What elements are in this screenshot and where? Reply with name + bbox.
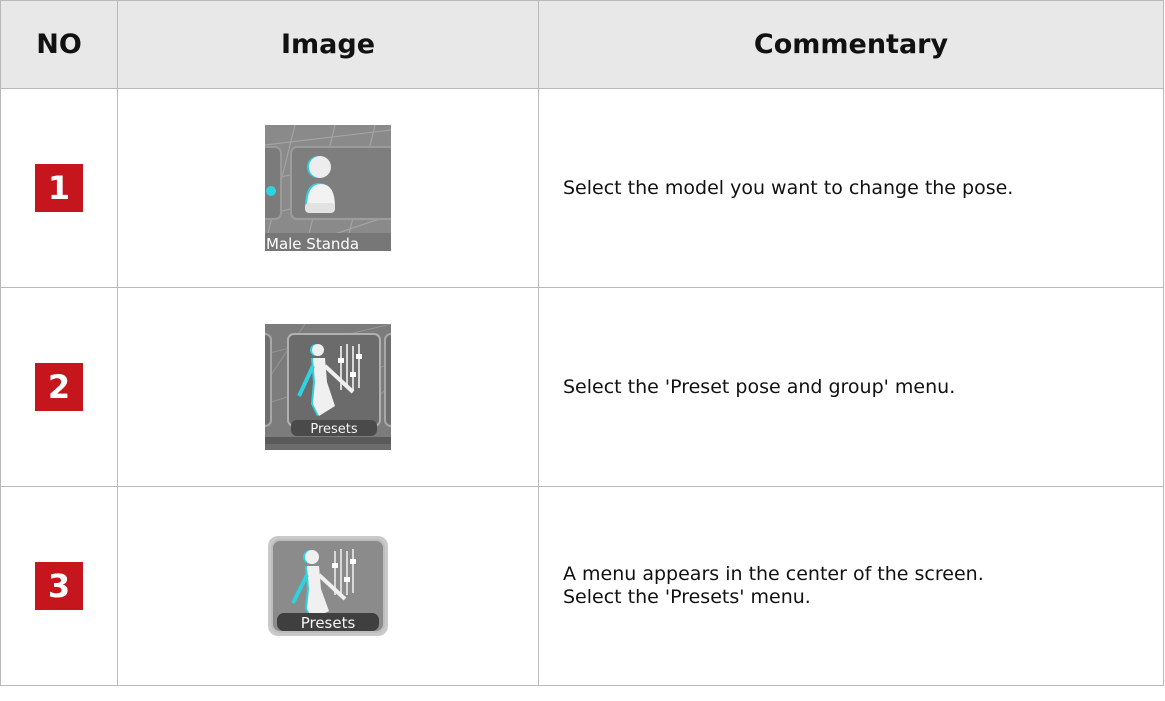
image-cell: Presets: [117, 287, 539, 487]
commentary-text: Select the model you want to change the …: [563, 176, 1014, 199]
row-number-cell: 1: [0, 88, 118, 288]
image-cell: Male Standa: [117, 88, 539, 288]
male-standard-model-icon: Male Standa: [265, 125, 391, 251]
header-image: Image: [117, 0, 539, 89]
row-number-cell: 3: [0, 486, 118, 686]
header-commentary: Commentary: [538, 0, 1164, 89]
presets-label: Presets: [310, 422, 358, 437]
row-number-cell: 2: [0, 287, 118, 487]
commentary-text: Select the 'Preset pose and group' menu.: [563, 375, 956, 398]
table-row: 3 Presets A menu appears in the center o…: [0, 486, 1164, 686]
commentary-text: Select the 'Presets' menu.: [563, 586, 811, 608]
model-label: Male Standa: [266, 235, 359, 251]
step-badge: 1: [35, 164, 83, 212]
step-badge: 2: [35, 363, 83, 411]
commentary-cell: Select the model you want to change the …: [538, 88, 1164, 288]
header-row: NO Image Commentary: [0, 0, 1164, 89]
commentary-cell: A menu appears in the center of the scre…: [538, 486, 1164, 686]
table-row: 1 Male Standa Select the model you want …: [0, 88, 1164, 288]
image-cell: Presets: [117, 486, 539, 686]
presets-label: Presets: [301, 614, 356, 632]
table-row: 2 Presets Select the 'Preset pose and gr…: [0, 287, 1164, 487]
commentary-cell: Select the 'Preset pose and group' menu.: [538, 287, 1164, 487]
instruction-table: NO Image Commentary 1 Male Standa Select…: [0, 0, 1164, 686]
presets-menu-icon: Presets: [265, 324, 391, 450]
presets-button-icon: Presets: [268, 536, 388, 636]
step-badge: 3: [35, 562, 83, 610]
commentary-text: A menu appears in the center of the scre…: [563, 563, 984, 585]
header-no: NO: [0, 0, 118, 89]
